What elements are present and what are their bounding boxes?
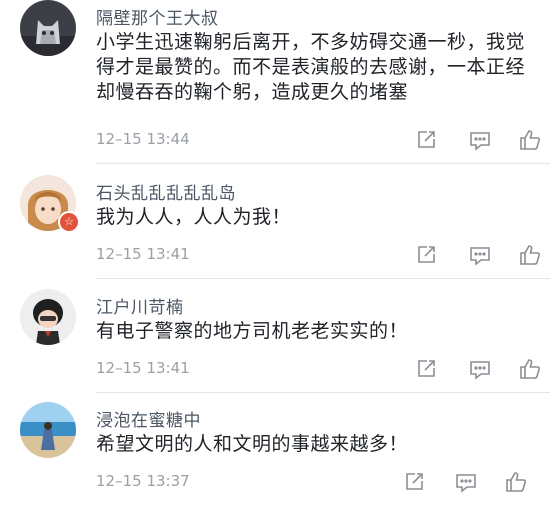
comment-text: 小学生迅速鞠躬后离开，不多妨碍交通一秒，我觉 得才是最赞的。而不是表演般的去感谢… — [96, 30, 536, 105]
thumbs-up-icon[interactable] — [518, 357, 542, 381]
comment-text: 希望文明的人和文明的事越来越多！ — [96, 432, 536, 457]
comment-line: 我为人人，人人为我！ — [96, 206, 292, 228]
comment-line: 有电子警察的地方司机老老实实的！ — [96, 320, 409, 342]
username[interactable]: 浸泡在蜜糖中 — [96, 406, 201, 431]
share-icon[interactable] — [414, 357, 438, 381]
beach-photo-avatar-icon — [20, 402, 76, 458]
share-icon[interactable] — [414, 243, 438, 267]
reply-icon[interactable] — [468, 128, 492, 152]
cat-avatar-icon — [20, 0, 76, 56]
thumbs-up-icon[interactable] — [518, 243, 542, 267]
avatar[interactable] — [20, 402, 76, 458]
reply-icon[interactable] — [468, 243, 492, 267]
username[interactable]: 江户川苛楠 — [96, 293, 184, 318]
comment-item: ☆ 石头乱乱乱乱乱岛 我为人人，人人为我！ 12–15 13:41 — [0, 175, 550, 285]
comment-text: 我为人人，人人为我！ — [96, 205, 536, 230]
share-icon[interactable] — [402, 470, 426, 494]
comment-line: 得才是最赞的。而不是表演般的去感谢，一本正经 — [96, 56, 526, 78]
divider — [96, 163, 550, 164]
thumbs-up-icon[interactable] — [518, 128, 542, 152]
reply-icon[interactable] — [454, 470, 478, 494]
avatar[interactable] — [20, 289, 76, 345]
username[interactable]: 石头乱乱乱乱乱岛 — [96, 179, 236, 204]
username[interactable]: 隔壁那个王大叔 — [96, 4, 219, 29]
comment-line: 却慢吞吞的鞠个躬，造成更久的堵塞 — [96, 81, 409, 103]
comment-item: 浸泡在蜜糖中 希望文明的人和文明的事越来越多！ 12–15 13:37 — [0, 402, 550, 505]
avatar[interactable] — [20, 0, 76, 56]
comment-item: 江户川苛楠 有电子警察的地方司机老老实实的！ 12–15 13:41 — [0, 289, 550, 399]
share-icon[interactable] — [414, 128, 438, 152]
comment-line: 小学生迅速鞠躬后离开，不多妨碍交通一秒，我觉 — [96, 31, 526, 53]
divider — [96, 278, 550, 279]
divider — [96, 392, 550, 393]
reply-icon[interactable] — [468, 357, 492, 381]
comment-line: 希望文明的人和文明的事越来越多！ — [96, 433, 409, 455]
comment-item: 隔壁那个王大叔 小学生迅速鞠躬后离开，不多妨碍交通一秒，我觉 得才是最赞的。而不… — [0, 0, 550, 170]
verified-badge: ☆ — [58, 211, 80, 233]
comment-text: 有电子警察的地方司机老老实实的！ — [96, 319, 536, 344]
thumbs-up-icon[interactable] — [504, 470, 528, 494]
cartoon-boy-avatar-icon — [20, 289, 76, 345]
